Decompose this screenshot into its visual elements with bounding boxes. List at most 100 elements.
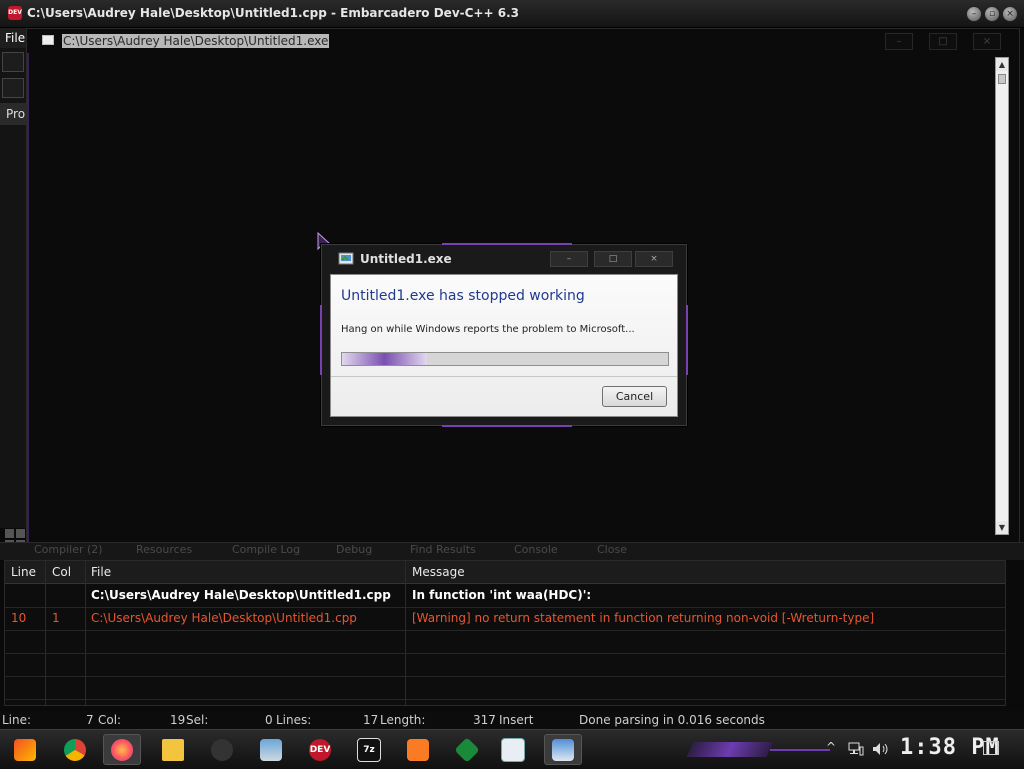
xampp-icon bbox=[407, 738, 429, 761]
cancel-button[interactable]: Cancel bbox=[602, 386, 667, 407]
ide-minimize-button[interactable]: – bbox=[966, 6, 982, 22]
dialog-maximize-button[interactable]: □ bbox=[594, 251, 632, 267]
table-row-empty bbox=[5, 653, 1005, 677]
taskbar-notepad[interactable] bbox=[494, 734, 532, 765]
start-icon bbox=[14, 738, 36, 761]
network-icon[interactable] bbox=[848, 742, 864, 756]
cell-file: C:\Users\Audrey Hale\Desktop\Untitled1.c… bbox=[91, 611, 357, 625]
taskbar-file-explorer[interactable] bbox=[154, 734, 192, 765]
dialog-accent bbox=[686, 305, 688, 375]
app-green-icon bbox=[454, 736, 480, 763]
scroll-up-arrow-icon[interactable]: ▲ bbox=[996, 58, 1008, 71]
column-header-message[interactable]: Message bbox=[412, 565, 465, 579]
console-minimize-button[interactable]: – bbox=[885, 33, 913, 50]
tool-icon bbox=[211, 738, 233, 761]
menu-file[interactable]: File bbox=[0, 28, 26, 48]
dialog-separator bbox=[331, 376, 677, 377]
status-lines-value: 17 bbox=[363, 713, 379, 727]
table-row-empty bbox=[5, 676, 1005, 700]
dialog-title: Untitled1.exe bbox=[360, 252, 452, 266]
untitled1-exe-icon bbox=[552, 738, 574, 761]
report-progress-bar bbox=[341, 352, 669, 366]
tab-debug[interactable]: Debug bbox=[336, 543, 372, 557]
console-title: C:\Users\Audrey Hale\Desktop\Untitled1.e… bbox=[62, 34, 330, 48]
devcpp-icon: DEV bbox=[309, 738, 331, 761]
ide-titlebar: DEV C:\Users\Audrey Hale\Desktop\Untitle… bbox=[0, 0, 1024, 28]
ide-maximize-button[interactable]: ▫ bbox=[984, 6, 1000, 22]
tab-find-results[interactable]: Find Results bbox=[410, 543, 476, 557]
taskbar-chrome[interactable] bbox=[56, 734, 94, 765]
tab-compile-log[interactable]: Compile Log bbox=[232, 543, 300, 557]
status-col-label: Col: bbox=[98, 713, 122, 727]
ide-close-button[interactable]: × bbox=[1002, 6, 1018, 22]
firefox-icon bbox=[111, 738, 133, 761]
report-progress-fill bbox=[342, 353, 427, 365]
tab-console[interactable]: Console bbox=[514, 543, 558, 557]
status-message: Done parsing in 0.016 seconds bbox=[579, 713, 765, 727]
tab-resources[interactable]: Resources bbox=[136, 543, 192, 557]
dialog-close-button[interactable]: × bbox=[635, 251, 673, 267]
status-sel-label: Sel: bbox=[186, 713, 209, 727]
table-row[interactable]: C:\Users\Audrey Hale\Desktop\Untitled1.c… bbox=[5, 584, 1005, 608]
console-scrollbar[interactable]: ▲ ▼ bbox=[995, 57, 1009, 535]
status-line-value: 7 bbox=[86, 713, 94, 727]
column-header-file[interactable]: File bbox=[91, 565, 111, 579]
taskbar-decoration bbox=[686, 742, 774, 757]
cell-file: C:\Users\Audrey Hale\Desktop\Untitled1.c… bbox=[91, 588, 391, 602]
table-row[interactable]: 10 1 C:\Users\Audrey Hale\Desktop\Untitl… bbox=[5, 607, 1005, 631]
error-dialog: Untitled1.exe – □ × Untitled1.exe has st… bbox=[320, 243, 688, 427]
7zip-icon: 7z bbox=[357, 737, 381, 762]
toolbar-stub-2[interactable] bbox=[2, 78, 24, 98]
compiler-messages-table: Line Col File Message C:\Users\Audrey Ha… bbox=[4, 560, 1006, 706]
notifications-icon[interactable] bbox=[983, 741, 999, 755]
volume-icon[interactable] bbox=[872, 742, 890, 756]
toolbar-stub-1[interactable] bbox=[2, 52, 24, 72]
taskbar-green-app[interactable] bbox=[448, 734, 486, 765]
dialog-minimize-button[interactable]: – bbox=[550, 251, 588, 267]
chrome-icon bbox=[64, 738, 86, 761]
notepad-icon bbox=[501, 737, 525, 762]
cell-line: 10 bbox=[11, 611, 27, 625]
status-length-value: 317 bbox=[473, 713, 496, 727]
console-maximize-button[interactable]: □ bbox=[929, 33, 957, 50]
table-header: Line Col File Message bbox=[5, 561, 1005, 584]
taskbar-decoration bbox=[770, 749, 830, 751]
dialog-message: Hang on while Windows reports the proble… bbox=[341, 324, 635, 335]
console-titlebar: C:\Users\Audrey Hale\Desktop\Untitled1.e… bbox=[27, 29, 1019, 53]
column-header-line[interactable]: Line bbox=[11, 565, 36, 579]
column-header-col[interactable]: Col bbox=[52, 565, 71, 579]
cell-message: [Warning] no return statement in functio… bbox=[412, 611, 875, 625]
taskbar-photos[interactable] bbox=[252, 734, 290, 765]
tab-close[interactable]: Close bbox=[597, 543, 627, 557]
taskbar-devcpp[interactable]: DEV bbox=[301, 734, 339, 765]
cell-col: 1 bbox=[52, 611, 60, 625]
bottom-tab-strip: Compiler (2) Resources Compile Log Debug… bbox=[0, 542, 1024, 560]
tab-compiler[interactable]: Compiler (2) bbox=[34, 543, 103, 557]
taskbar-tool[interactable] bbox=[203, 734, 241, 765]
cell-message: In function 'int waa(HDC)': bbox=[412, 588, 592, 602]
scroll-thumb[interactable] bbox=[998, 74, 1006, 84]
taskbar-7zip[interactable]: 7z bbox=[350, 734, 388, 765]
devcpp-app-icon: DEV bbox=[8, 6, 22, 20]
console-app-icon bbox=[42, 35, 54, 45]
status-col-value: 19 bbox=[170, 713, 186, 727]
status-line-label: Line: bbox=[2, 713, 32, 727]
status-lines-label: Lines: bbox=[276, 713, 312, 727]
tray-chevron-icon[interactable]: ^ bbox=[826, 740, 836, 754]
taskbar-firefox[interactable] bbox=[103, 734, 141, 765]
project-tab[interactable]: Pro bbox=[0, 103, 26, 125]
scroll-down-arrow-icon[interactable]: ▼ bbox=[996, 521, 1008, 534]
dialog-accent bbox=[442, 425, 572, 427]
status-sel-value: 0 bbox=[265, 713, 273, 727]
taskbar: DEV 7z ^ 1:38 PM bbox=[0, 729, 1024, 769]
taskbar-xampp[interactable] bbox=[399, 734, 437, 765]
dialog-heading: Untitled1.exe has stopped working bbox=[341, 288, 585, 304]
dialog-accent bbox=[442, 243, 572, 245]
photos-icon bbox=[260, 738, 282, 761]
dialog-body: Untitled1.exe has stopped working Hang o… bbox=[330, 274, 678, 417]
start-button[interactable] bbox=[6, 734, 44, 765]
console-close-button[interactable]: × bbox=[973, 33, 1001, 50]
status-insert-mode: Insert bbox=[499, 713, 534, 727]
ide-window-title: C:\Users\Audrey Hale\Desktop\Untitled1.c… bbox=[27, 6, 519, 20]
taskbar-untitled1-exe[interactable] bbox=[544, 734, 582, 765]
